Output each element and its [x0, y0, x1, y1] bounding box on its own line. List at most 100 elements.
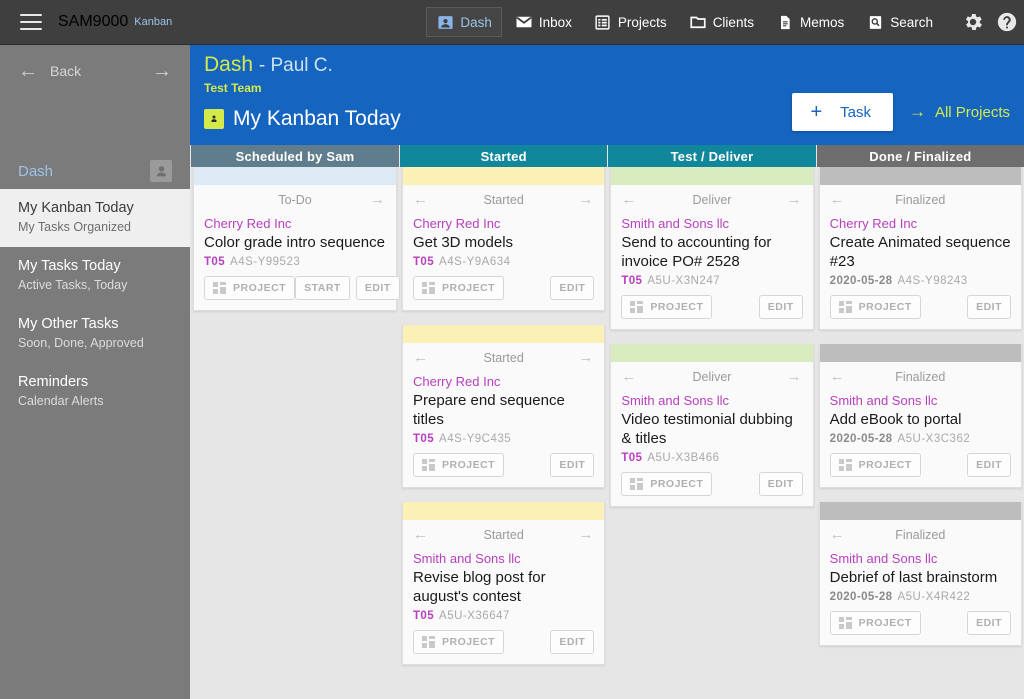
task-card[interactable]: ← Started → Cherry Red Inc Prepare end seque…: [402, 325, 606, 488]
sidebar-back-button[interactable]: ← Back →: [0, 45, 190, 97]
sidebar-item-my-kanban-today[interactable]: My Kanban Today My Tasks Organized: [0, 189, 190, 247]
question-circle-icon[interactable]: [996, 11, 1018, 33]
edit-button[interactable]: EDIT: [967, 295, 1011, 319]
project-button[interactable]: PROJECT: [621, 472, 713, 496]
move-right-icon[interactable]: →: [578, 526, 594, 543]
sidebar-item-reminders[interactable]: Reminders Calendar Alerts: [0, 363, 190, 421]
card-stage-label: Deliver: [692, 192, 732, 207]
arrow-right-icon[interactable]: →: [152, 60, 172, 83]
card-stage-label: Started: [483, 527, 524, 542]
column-header: Done / Finalized: [816, 145, 1024, 167]
move-left-icon[interactable]: ←: [830, 368, 846, 385]
edit-button[interactable]: EDIT: [550, 276, 595, 300]
move-right-icon[interactable]: →: [787, 368, 803, 385]
task-card[interactable]: ←To-Do→Cherry Red IncColor grade intro s…: [193, 167, 400, 311]
project-grid-icon: [422, 282, 435, 294]
edit-button[interactable]: EDIT: [355, 276, 400, 300]
page-header: Dash - Paul C. Test Team My Kanban Today…: [190, 45, 1024, 145]
sidebar-item-my-tasks-today[interactable]: My Tasks Today Active Tasks, Today: [0, 247, 190, 305]
nav-item-dash[interactable]: Dash: [426, 7, 502, 37]
move-left-icon[interactable]: ←: [830, 526, 846, 543]
all-projects-button[interactable]: → All Projects: [909, 102, 1010, 122]
task-card[interactable]: ← Deliver → Smith and Sons llc Video testimo…: [610, 344, 814, 507]
move-left-icon[interactable]: ←: [413, 191, 429, 208]
card-color-strip: [611, 167, 813, 185]
card-actions: PROJECT EDIT: [611, 287, 812, 329]
nav-item-clients[interactable]: Clients: [680, 8, 763, 36]
card-stage-nav: ← Deliver →: [611, 185, 812, 210]
move-left-icon[interactable]: ←: [413, 349, 429, 366]
move-left-icon[interactable]: ←: [621, 368, 637, 385]
card-stage-nav: ← Started →: [403, 185, 604, 210]
task-id: A5U-X4R422: [897, 591, 971, 603]
task-card[interactable]: ←Finalized→Smith and Sons llcDebrief of …: [818, 502, 1022, 646]
project-button-label: PROJECT: [650, 478, 704, 490]
user-icon: [150, 160, 172, 182]
card-client-name: Smith and Sons llc: [621, 393, 729, 408]
move-left-icon[interactable]: ←: [830, 191, 846, 208]
nav-item-label: Inbox: [538, 14, 572, 30]
card-task-title: Send to accounting for invoice PO# 2528: [621, 234, 772, 270]
nav-item-memos[interactable]: Memos: [767, 8, 853, 36]
move-right-icon[interactable]: →: [578, 349, 594, 366]
move-right-icon[interactable]: →: [787, 191, 803, 208]
project-button[interactable]: PROJECT: [204, 276, 296, 300]
task-card[interactable]: ←Finalized→Smith and Sons llcAdd eBook t…: [818, 344, 1022, 488]
edit-button[interactable]: EDIT: [758, 295, 803, 319]
card-stage-label: Started: [483, 350, 524, 365]
move-right-icon[interactable]: →: [578, 191, 594, 208]
project-button[interactable]: PROJECT: [829, 611, 921, 635]
project-grid-icon: [838, 617, 852, 629]
column-card-list: ← Deliver → Smith and Sons llc Send to accou…: [608, 167, 815, 507]
card-stage-label: Deliver: [692, 369, 732, 384]
task-id: A4S-Y98243: [897, 275, 968, 287]
sidebar-section-dash[interactable]: Dash: [0, 153, 190, 189]
project-button[interactable]: PROJECT: [829, 453, 921, 477]
project-button[interactable]: PROJECT: [413, 276, 505, 300]
plus-icon: +: [810, 101, 823, 123]
sidebar-item-label: My Kanban Today: [18, 200, 134, 216]
arrow-left-icon: ←: [18, 59, 38, 82]
card-client-name: Cherry Red Inc: [829, 216, 918, 231]
edit-button[interactable]: EDIT: [967, 453, 1011, 477]
move-left-icon[interactable]: ←: [413, 526, 429, 543]
page-title: Dash - Paul C.: [204, 53, 1010, 77]
project-button[interactable]: PROJECT: [413, 453, 505, 477]
add-task-button[interactable]: + Task: [792, 93, 893, 131]
task-id: A5U-X3B466: [647, 452, 720, 464]
edit-button[interactable]: EDIT: [758, 472, 803, 496]
project-grid-icon: [213, 282, 226, 294]
task-card[interactable]: ← Deliver → Smith and Sons llc Send to accou…: [610, 167, 814, 330]
card-stage-nav: ← Deliver →: [611, 362, 812, 387]
nav-item-label: Search: [890, 14, 933, 30]
edit-button[interactable]: EDIT: [550, 630, 595, 654]
nav-item-projects[interactable]: Projects: [585, 8, 676, 36]
column-header: Test / Deliver: [608, 145, 816, 167]
top-nav-items: Dash Inbox Projects Clients Memos Search: [424, 7, 956, 37]
hamburger-menu-icon[interactable]: [20, 14, 42, 30]
sidebar-item-my-other-tasks[interactable]: My Other Tasks Soon, Done, Approved: [0, 305, 190, 363]
project-button[interactable]: PROJECT: [829, 295, 921, 319]
project-button[interactable]: PROJECT: [413, 630, 505, 654]
edit-button[interactable]: EDIT: [550, 453, 595, 477]
sidebar-item-sublabel: Active Tasks, Today: [18, 278, 128, 292]
move-left-icon[interactable]: ←: [621, 191, 637, 208]
gear-icon[interactable]: [962, 11, 984, 33]
card-stage-label: Started: [483, 192, 524, 207]
card-task-title: Revise blog post for august's contest: [413, 569, 546, 605]
project-button[interactable]: PROJECT: [621, 295, 713, 319]
card-task-title: Add eBook to portal: [829, 411, 962, 428]
nav-item-search[interactable]: Search: [857, 8, 942, 36]
start-button[interactable]: START: [295, 276, 350, 300]
card-actions: PROJECT EDIT: [403, 622, 604, 664]
edit-button[interactable]: EDIT: [967, 611, 1011, 635]
card-actions: PROJECT START EDIT: [194, 268, 400, 310]
card-color-strip: [819, 344, 1021, 362]
move-right-icon[interactable]: →: [370, 191, 386, 208]
task-card[interactable]: ←Finalized→Cherry Red IncCreate Animated…: [818, 167, 1022, 330]
nav-item-inbox[interactable]: Inbox: [506, 8, 581, 36]
task-id: A4S-Y9C435: [439, 433, 512, 445]
task-id: A5U-X3N247: [647, 275, 721, 287]
task-card[interactable]: ← Started → Cherry Red Inc Get 3D models T05 A…: [402, 167, 606, 311]
task-card[interactable]: ← Started → Smith and Sons llc Revise blog p…: [402, 502, 606, 665]
